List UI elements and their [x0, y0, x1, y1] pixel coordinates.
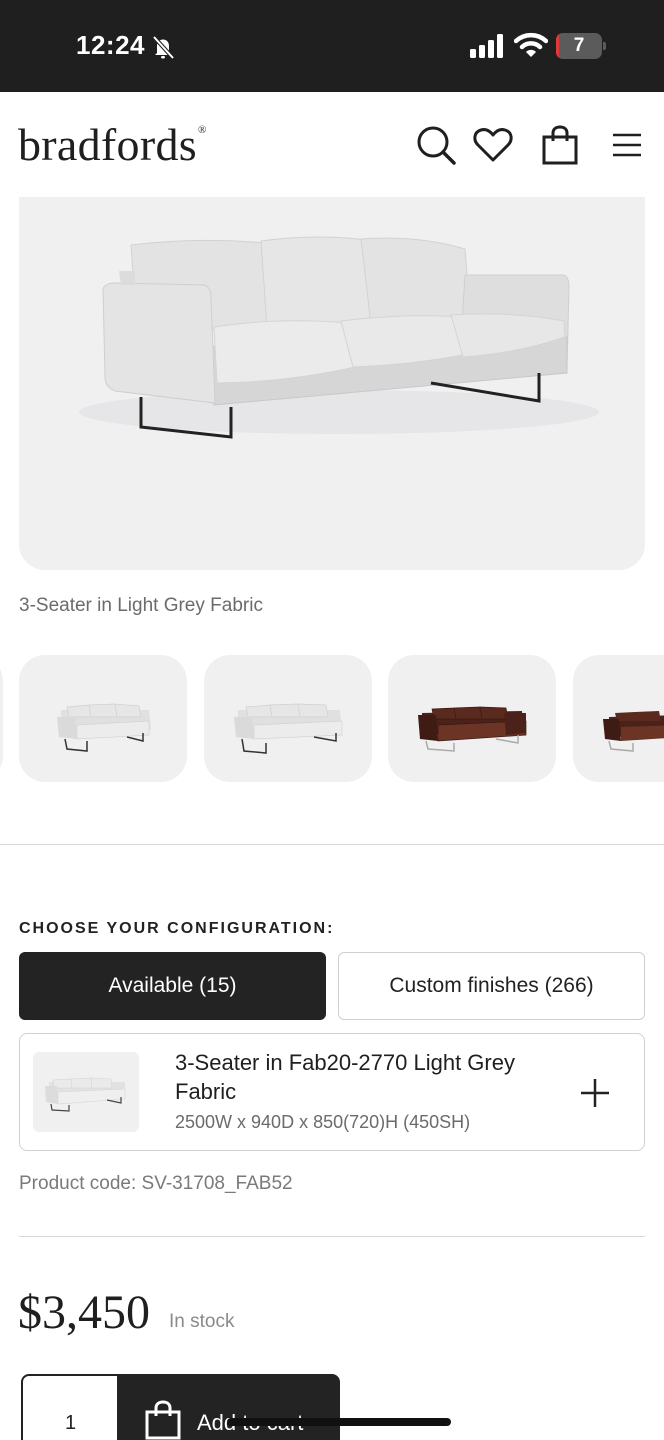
status-time: 12:24: [76, 30, 145, 60]
registered-mark: ®: [197, 124, 207, 136]
battery-percent: 7: [573, 35, 585, 56]
menu-icon: [613, 133, 641, 157]
sofa-thumbnail-image: [57, 703, 151, 752]
tab-custom-finishes[interactable]: Custom finishes (266): [338, 952, 645, 1020]
product-code: Product code: SV-31708_FAB52: [19, 1173, 293, 1194]
tab-available[interactable]: Available (15): [19, 952, 326, 1020]
wifi-icon: [514, 32, 548, 57]
variant-option[interactable]: 3-Seater in Fab20-2770 Light Grey Fabric…: [19, 1033, 645, 1151]
thumbnail-item[interactable]: [204, 655, 372, 782]
product-price: $3,450: [18, 1286, 150, 1339]
add-to-cart-button[interactable]: Add to cart: [117, 1374, 340, 1440]
home-indicator[interactable]: [227, 1418, 451, 1426]
sofa-image: [79, 236, 599, 439]
brand-logo-text: bradfords: [18, 119, 197, 170]
site-header: bradfords®: [0, 92, 664, 197]
bag-icon: [542, 125, 578, 165]
sofa-thumbnail-image: [603, 711, 664, 752]
menu-button[interactable]: [606, 124, 648, 166]
bag-icon: [145, 1400, 181, 1440]
battery-icon: 7: [556, 33, 606, 59]
section-divider: [19, 1236, 645, 1237]
thumbnail-strip[interactable]: [0, 655, 664, 783]
sofa-thumbnail-image: [234, 703, 343, 754]
thumbnail-item[interactable]: [19, 655, 187, 782]
image-caption: 3-Seater in Light Grey Fabric: [19, 595, 263, 616]
variant-thumbnail: [33, 1052, 139, 1132]
signal-icon: [470, 34, 503, 58]
status-bar: 12:24 7: [0, 0, 664, 92]
stock-status: In stock: [169, 1311, 235, 1332]
quantity-input[interactable]: 1: [21, 1374, 118, 1440]
search-button[interactable]: [415, 124, 457, 166]
search-icon: [417, 126, 456, 165]
cart-button[interactable]: [539, 124, 581, 166]
plus-icon[interactable]: [578, 1076, 612, 1110]
heart-icon: [473, 128, 513, 162]
thumbnail-item[interactable]: [0, 655, 3, 782]
sofa-thumbnail-image: [418, 706, 527, 752]
bell-off-icon: [152, 35, 175, 60]
brand-logo[interactable]: bradfords®: [18, 118, 207, 171]
thumbnail-item[interactable]: [388, 655, 556, 782]
variant-dimensions: 2500W x 940D x 850(720)H (450SH): [175, 1112, 471, 1132]
product-hero-image[interactable]: [19, 197, 645, 570]
thumbnail-item[interactable]: [573, 655, 664, 782]
wishlist-button[interactable]: [472, 124, 514, 166]
section-divider: [0, 844, 664, 845]
variant-title: 3-Seater in Fab20-2770 Light Grey Fabric: [175, 1050, 515, 1104]
configuration-heading: CHOOSE YOUR CONFIGURATION:: [19, 920, 335, 937]
